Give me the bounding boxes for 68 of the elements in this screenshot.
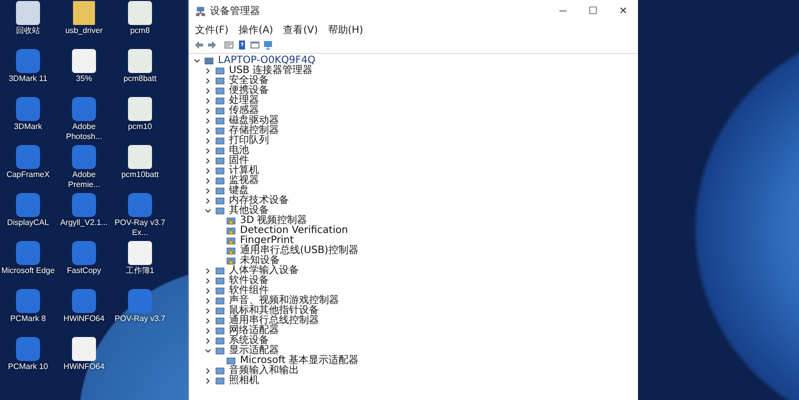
device-tree-item[interactable]: 便携设备 [229, 86, 269, 96]
desktop-icon-label[interactable]: Adobe Photosh... [56, 122, 112, 142]
device-tree-item[interactable]: 系统设备 [229, 336, 269, 346]
menu-item[interactable]: 操作(A) [238, 22, 274, 36]
desktop-icon-label[interactable]: HWiNFO64 [56, 362, 112, 372]
device-tree-item[interactable]: 磁盘驱动器 [229, 116, 279, 126]
device-tree-item[interactable]: 通用串行总线(USB)控制器 [240, 246, 358, 256]
device-tree-item[interactable]: 安全设备 [229, 76, 269, 86]
desktop-icon-label[interactable]: Adobe Premie... [56, 170, 112, 190]
desktop-icon-label[interactable]: 35% [56, 74, 112, 84]
desktop-icon-label[interactable]: PCMark 8 [0, 314, 56, 324]
device-tree-item[interactable]: 3D 视频控制器 [240, 216, 308, 226]
back-arrow-icon[interactable] [194, 40, 204, 50]
device-tree-item[interactable]: 人体学输入设备 [229, 266, 299, 276]
window-title: 设备管理器 [210, 5, 260, 18]
device-tree-item[interactable]: 鼠标和其他指针设备 [229, 306, 319, 316]
desktop-icon-label[interactable]: pcm10batt [112, 170, 168, 180]
device-tree-item[interactable]: 处理器 [229, 96, 259, 106]
device-tree-item[interactable]: 网络适配器 [229, 326, 279, 336]
menu-item[interactable]: 文件(F) [195, 22, 229, 36]
device-tree-item[interactable]: USB 连接器管理器 [229, 66, 313, 76]
desktop-icon-label[interactable]: DisplayCAL [0, 218, 56, 228]
device-tree-item[interactable]: LAPTOP-O0KQ9F4Q [218, 56, 316, 66]
menu-item[interactable]: 帮助(H) [328, 22, 364, 36]
device-tree-item[interactable]: Detection Verification [240, 226, 348, 236]
device-tree-item[interactable]: Microsoft 基本显示适配器 [240, 356, 359, 366]
desktop-icon-label[interactable]: PCMark 10 [0, 362, 56, 372]
desktop-icon-label[interactable]: HWiNFO64 [56, 314, 112, 324]
device-tree-item[interactable]: 计算机 [229, 166, 259, 176]
menu-item[interactable]: 查看(V) [283, 22, 318, 36]
desktop-icon-label[interactable]: pcm8batt [112, 74, 168, 84]
desktop-icon-label[interactable]: 3DMark [0, 122, 56, 132]
desktop-icon-label[interactable]: pcm10 [112, 122, 168, 132]
device-tree-item[interactable]: 显示适配器 [229, 346, 279, 356]
device-tree-item[interactable]: 键盘 [229, 186, 249, 196]
device-tree-item[interactable]: 声音、视频和游戏控制器 [229, 296, 339, 306]
device-tree-item[interactable]: 其他设备 [229, 206, 269, 216]
device-tree-item[interactable]: 未知设备 [240, 256, 280, 266]
device-tree-item[interactable]: FingerPrint [240, 236, 294, 246]
device-tree-item[interactable]: 打印队列 [229, 136, 269, 146]
device-tree-item[interactable]: 软件设备 [229, 276, 269, 286]
window-view-icon[interactable] [250, 40, 260, 50]
device-tree-item[interactable]: 通用串行总线控制器 [229, 316, 319, 326]
desktop-icon-label[interactable]: pcm8 [112, 26, 168, 36]
device-tree-item[interactable]: 内存技术设备 [229, 196, 289, 206]
device-tree-item[interactable]: 电池 [229, 146, 249, 156]
device-tree-item[interactable]: 监视器 [229, 176, 259, 186]
desktop-icon-label[interactable]: Argyll_V2.1... [56, 218, 112, 228]
desktop-icon-label[interactable]: usb_driver [56, 26, 112, 36]
device-tree-item[interactable]: 传感器 [229, 106, 259, 116]
desktop-icon-label[interactable]: Microsoft Edge [0, 266, 56, 276]
device-tree-item[interactable]: 固件 [229, 156, 249, 166]
device-tree-item[interactable]: 软件组件 [229, 286, 269, 296]
forward-arrow-icon[interactable] [207, 40, 217, 50]
device-tree-item[interactable]: 存储控制器 [229, 126, 279, 136]
monitor-icon[interactable] [263, 40, 273, 50]
device-tree-item[interactable]: 音频输入和输出 [229, 366, 299, 376]
desktop-icon-label[interactable]: POV-Ray v3.7 [112, 314, 168, 324]
desktop-icon-label[interactable]: 回收站 [0, 26, 56, 36]
desktop-icon-label[interactable]: POV-Ray v3.7 Ex... [112, 218, 168, 238]
properties-icon[interactable] [224, 40, 234, 50]
device-tree-item[interactable]: 照相机 [229, 376, 259, 386]
desktop-icon-label[interactable]: 工作簿1 [112, 266, 168, 276]
desktop-icon-label[interactable]: 3DMark 11 [0, 74, 56, 84]
help-icon[interactable] [237, 40, 247, 50]
desktop-icon-label[interactable]: FastCopy [56, 266, 112, 276]
computer-tree-icon [195, 6, 206, 16]
desktop-icon-label[interactable]: CapFrameX [0, 170, 56, 180]
